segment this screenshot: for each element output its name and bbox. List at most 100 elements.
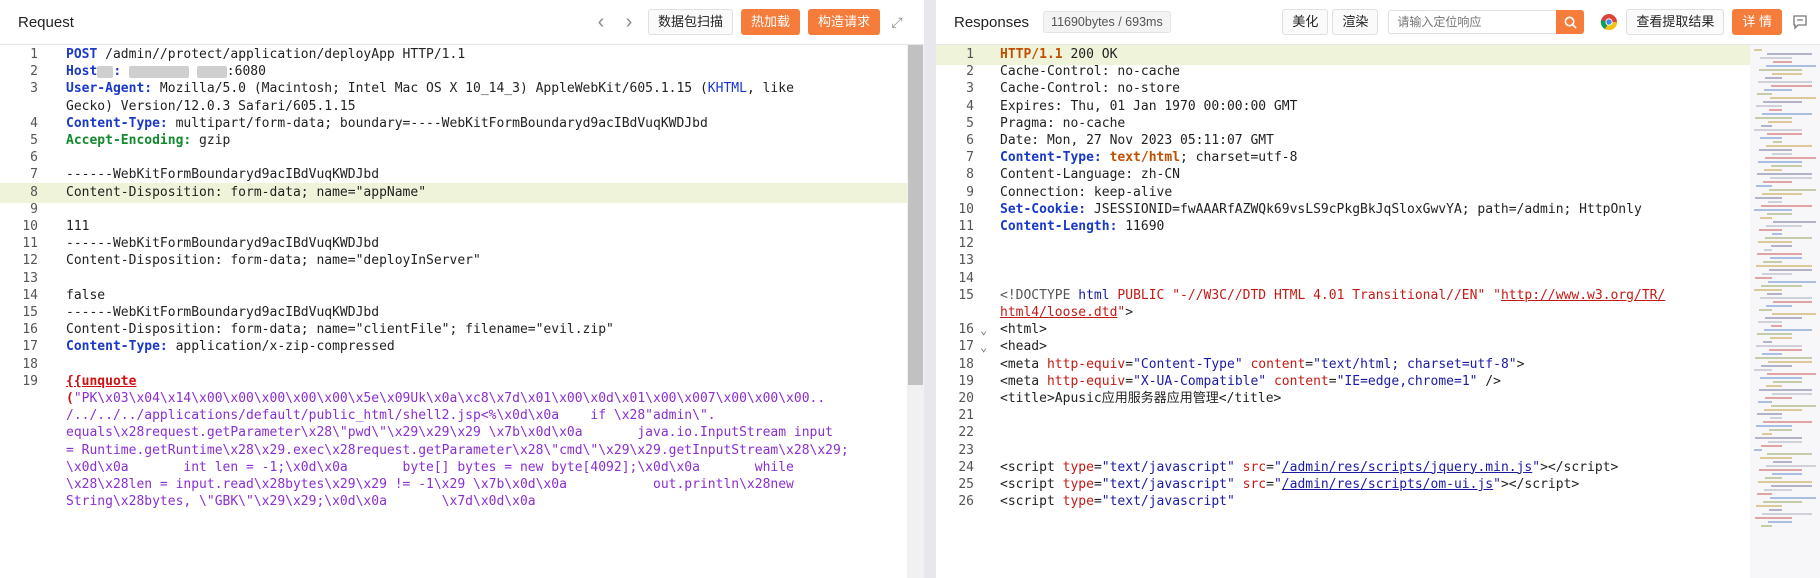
minimap-stroke [1760, 457, 1792, 459]
minimap-stroke [1755, 517, 1792, 519]
minimap-stroke [1759, 309, 1772, 311]
minimap-stroke [1766, 465, 1816, 467]
minimap-stroke [1762, 353, 1782, 355]
response-search-input[interactable] [1388, 10, 1559, 34]
response-minimap[interactable] [1750, 45, 1820, 578]
minimap-stroke [1771, 325, 1782, 327]
minimap-stroke [1761, 365, 1792, 367]
minimap-stroke [1769, 269, 1812, 271]
minimap-stroke [1769, 509, 1782, 511]
minimap-stroke [1766, 145, 1812, 147]
minimap-stroke [1772, 233, 1782, 235]
minimap-stroke [1773, 61, 1792, 63]
detail-button[interactable]: 详 情 [1732, 9, 1782, 35]
minimap-stroke [1765, 317, 1802, 319]
minimap-stroke [1755, 197, 1782, 199]
minimap-stroke [1768, 201, 1782, 203]
minimap-stroke [1771, 165, 1802, 167]
minimap-stroke [1763, 181, 1792, 183]
minimap-stroke [1764, 89, 1792, 91]
search-button[interactable] [1556, 10, 1585, 34]
minimap-stroke [1772, 473, 1802, 475]
minimap-stroke [1754, 289, 1782, 291]
minimap-stroke [1758, 321, 1782, 323]
minimap-stroke [1770, 97, 1816, 99]
render-button[interactable]: 渲染 [1332, 9, 1379, 35]
minimap-stroke [1773, 381, 1802, 383]
comment-icon[interactable] [1792, 14, 1808, 30]
beautify-button[interactable]: 美化 [1282, 9, 1329, 35]
minimap-stroke [1763, 421, 1812, 423]
minimap-stroke [1768, 361, 1812, 363]
request-scroll-thumb[interactable] [908, 45, 923, 385]
line-text: String\x28bytes, \"GBK\"\x29\x29;\x0d\x0… [66, 494, 560, 510]
search-icon [1564, 16, 1577, 29]
code-line[interactable]: String\x28bytes, \"GBK\"\x29\x29;\x0d\x0… [0, 492, 924, 512]
forward-icon[interactable]: › [618, 11, 640, 34]
minimap-stroke [1760, 217, 1772, 219]
minimap-stroke [1758, 401, 1772, 403]
minimap-stroke [1758, 81, 1812, 83]
minimap-stroke [1770, 177, 1812, 179]
minimap-stroke [1766, 65, 1816, 67]
minimap-stroke [1767, 373, 1816, 375]
minimap-stroke [1760, 57, 1792, 59]
minimap-stroke [1756, 185, 1772, 187]
minimap-stroke [1764, 169, 1782, 171]
response-editor[interactable]: 1 HTTP/1.1 200 OK 2 Cache-Control: no-cache… [936, 45, 1750, 578]
minimap-stroke [1765, 477, 1782, 479]
minimap-stroke [1761, 445, 1782, 447]
expand-icon[interactable]: ⤢ [886, 14, 908, 31]
hot-load-button[interactable]: 热加载 [740, 9, 800, 35]
minimap-stroke [1765, 157, 1816, 159]
request-scrollbar[interactable] [907, 45, 924, 578]
minimap-stroke [1761, 285, 1802, 287]
minimap-stroke [1766, 305, 1792, 307]
minimap-stroke [1756, 505, 1782, 507]
minimap-stroke [1770, 497, 1816, 499]
packet-scan-button[interactable]: 数据包扫描 [647, 9, 733, 35]
minimap-stroke [1766, 385, 1782, 387]
minimap-stroke [1760, 297, 1812, 299]
minimap-stroke [1771, 245, 1792, 247]
minimap-stroke [1772, 393, 1812, 395]
minimap-stroke [1756, 425, 1792, 427]
minimap-stroke [1767, 133, 1802, 135]
line-number: 26 [958, 494, 974, 510]
minimap-stroke [1771, 485, 1812, 487]
construct-request-button[interactable]: 构造请求 [807, 9, 880, 35]
minimap-stroke [1770, 337, 1792, 339]
minimap-stroke [1761, 125, 1772, 127]
minimap-stroke [1773, 141, 1782, 143]
minimap-stroke [1768, 121, 1792, 123]
response-title: Responses [954, 13, 1030, 31]
minimap-stroke [1771, 85, 1812, 87]
minimap-stroke [1769, 189, 1816, 191]
minimap-stroke [1760, 377, 1802, 379]
code-line[interactable]: 26 <script type="text/javascript" [936, 492, 1750, 512]
minimap-stroke [1754, 209, 1792, 211]
minimap-stroke [1770, 257, 1802, 259]
back-icon[interactable]: ‹ [590, 11, 612, 34]
line-text: <script type="text/javascript" [1000, 494, 1235, 510]
minimap-stroke [1765, 77, 1782, 79]
minimap-stroke [1755, 437, 1802, 439]
minimap-stroke [1763, 341, 1772, 343]
minimap-stroke [1768, 441, 1802, 443]
request-editor[interactable]: 1 POST /admin//protect/application/deploy… [0, 45, 924, 578]
minimap-stroke [1772, 153, 1792, 155]
minimap-stroke [1769, 429, 1792, 431]
minimap-stroke [1762, 113, 1812, 115]
request-pane: Request ‹ › 数据包扫描 热加载 构造请求 ⤢ 1 POST /admi… [0, 0, 924, 578]
minimap-stroke [1767, 213, 1792, 215]
minimap-stroke [1768, 521, 1792, 523]
minimap-stroke [1773, 301, 1812, 303]
minimap-stroke [1761, 205, 1812, 207]
minimap-stroke [1760, 137, 1782, 139]
minimap-stroke [1759, 469, 1802, 471]
minimap-stroke [1769, 349, 1802, 351]
response-header: Responses 11690bytes / 693ms 美化 渲染 查看提取结… [936, 0, 1820, 45]
minimap-stroke [1764, 409, 1802, 411]
view-extract-button[interactable]: 查看提取结果 [1626, 9, 1725, 35]
chrome-icon[interactable] [1600, 13, 1618, 31]
